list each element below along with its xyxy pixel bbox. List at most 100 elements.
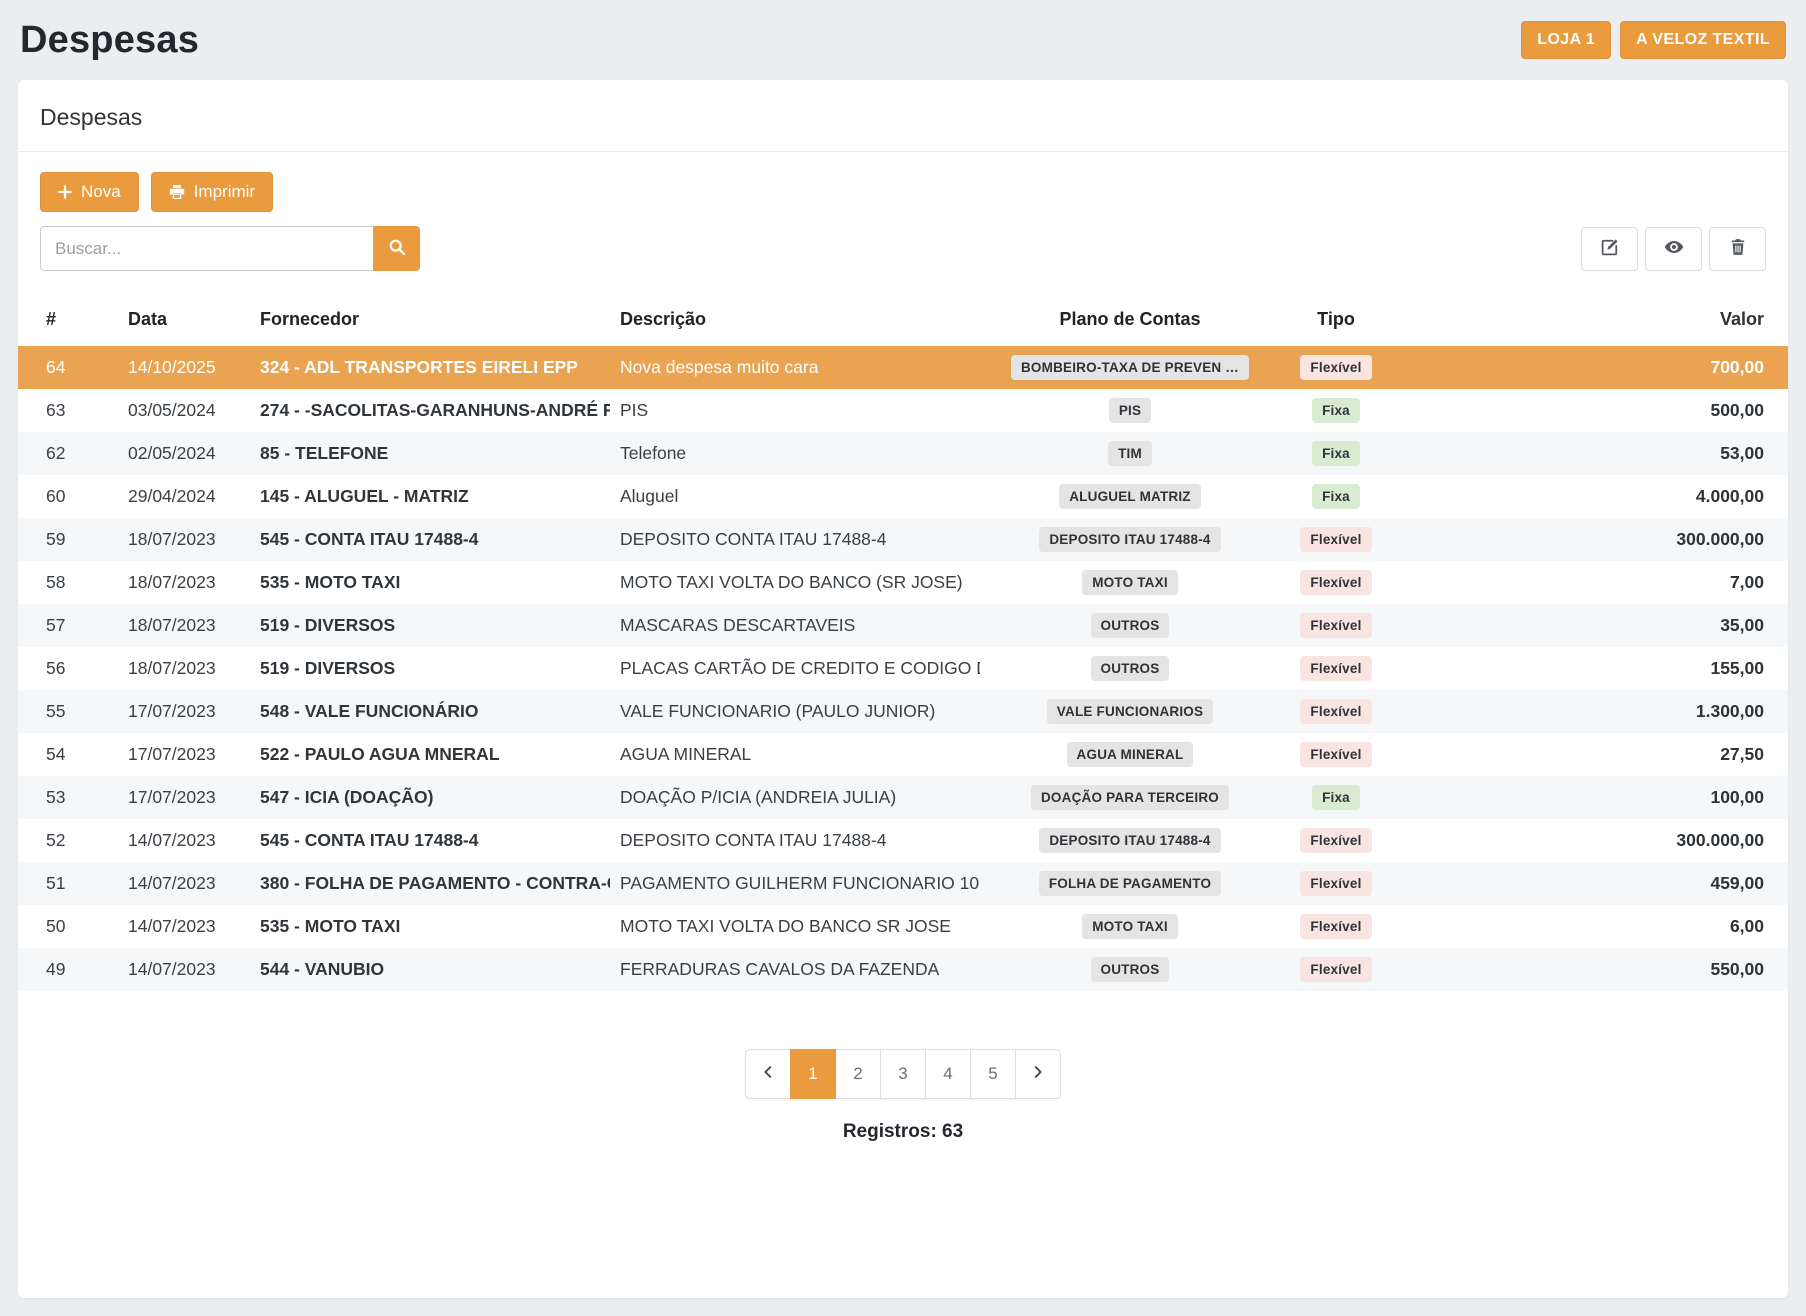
imprimir-button-label: Imprimir <box>194 182 255 202</box>
search-input[interactable] <box>40 226 373 271</box>
row-description: Nova despesa muito cara <box>610 346 980 389</box>
row-supplier: 519 - DIVERSOS <box>250 604 610 647</box>
row-type-cell: Flexível <box>1280 518 1392 561</box>
search-button[interactable] <box>373 226 420 271</box>
panel-body: Nova Imprimir <box>18 152 1788 1298</box>
plan-badge: VALE FUNCIONARIOS <box>1047 699 1213 724</box>
page-button-1[interactable]: 1 <box>790 1049 836 1099</box>
row-plan-cell: ALUGUEL MATRIZ <box>980 475 1280 518</box>
column-header-value: Valor <box>1392 297 1788 346</box>
row-supplier: 380 - FOLHA DE PAGAMENTO - CONTRA-CH… <box>250 862 610 905</box>
row-date: 03/05/2024 <box>118 389 250 432</box>
printer-icon <box>169 184 185 200</box>
plan-badge: FOLHA DE PAGAMENTO <box>1039 871 1221 896</box>
row-date: 02/05/2024 <box>118 432 250 475</box>
table-row[interactable]: 5618/07/2023519 - DIVERSOSPLACAS CARTÃO … <box>18 647 1788 690</box>
row-plan-cell: OUTROS <box>980 948 1280 991</box>
row-type-cell: Flexível <box>1280 948 1392 991</box>
row-number: 55 <box>18 690 118 733</box>
row-value: 7,00 <box>1392 561 1788 604</box>
row-date: 17/07/2023 <box>118 690 250 733</box>
row-value: 300.000,00 <box>1392 518 1788 561</box>
row-value: 700,00 <box>1392 346 1788 389</box>
row-supplier: 544 - VANUBIO <box>250 948 610 991</box>
view-button[interactable] <box>1645 227 1702 271</box>
row-value: 1.300,00 <box>1392 690 1788 733</box>
prev-page-button[interactable] <box>745 1049 791 1099</box>
row-date: 14/07/2023 <box>118 905 250 948</box>
page-title: Despesas <box>20 19 199 62</box>
type-badge: Flexível <box>1300 656 1371 681</box>
row-supplier: 519 - DIVERSOS <box>250 647 610 690</box>
row-type-cell: Flexível <box>1280 819 1392 862</box>
row-plan-cell: AGUA MINERAL <box>980 733 1280 776</box>
table-row[interactable]: 6029/04/2024145 - ALUGUEL - MATRIZAlugue… <box>18 475 1788 518</box>
row-plan-cell: BOMBEIRO-TAXA DE PREVEN … <box>980 346 1280 389</box>
row-number: 51 <box>18 862 118 905</box>
delete-button[interactable] <box>1709 227 1766 271</box>
row-number: 63 <box>18 389 118 432</box>
row-plan-cell: OUTROS <box>980 604 1280 647</box>
toolbar: Nova Imprimir <box>40 172 1766 212</box>
plan-badge: MOTO TAXI <box>1082 570 1178 595</box>
row-type-cell: Flexível <box>1280 561 1392 604</box>
row-plan-cell: VALE FUNCIONARIOS <box>980 690 1280 733</box>
row-supplier: 535 - MOTO TAXI <box>250 905 610 948</box>
row-type-cell: Flexível <box>1280 690 1392 733</box>
row-plan-cell: MOTO TAXI <box>980 905 1280 948</box>
plan-badge: OUTROS <box>1091 957 1170 982</box>
page-button-4[interactable]: 4 <box>925 1049 971 1099</box>
row-type-cell: Fixa <box>1280 776 1392 819</box>
row-plan-cell: FOLHA DE PAGAMENTO <box>980 862 1280 905</box>
table-row[interactable]: 5718/07/2023519 - DIVERSOSMASCARAS DESCA… <box>18 604 1788 647</box>
page-button-2[interactable]: 2 <box>835 1049 881 1099</box>
plan-badge: ALUGUEL MATRIZ <box>1059 484 1201 509</box>
table-row[interactable]: 5517/07/2023548 - VALE FUNCIONÁRIOVALE F… <box>18 690 1788 733</box>
row-supplier: 274 - -SACOLITAS-GARANHUNS-ANDRÉ PH… <box>250 389 610 432</box>
imprimir-button[interactable]: Imprimir <box>151 172 273 212</box>
table-row[interactable]: 5214/07/2023545 - CONTA ITAU 17488-4DEPO… <box>18 819 1788 862</box>
row-type-cell: Fixa <box>1280 475 1392 518</box>
table-row[interactable]: 6202/05/202485 - TELEFONETelefoneTIMFixa… <box>18 432 1788 475</box>
table-row[interactable]: 5417/07/2023522 - PAULO AGUA MNERALAGUA … <box>18 733 1788 776</box>
type-badge: Fixa <box>1312 785 1360 810</box>
row-description: DEPOSITO CONTA ITAU 17488-4 <box>610 819 980 862</box>
row-date: 14/07/2023 <box>118 819 250 862</box>
row-date: 14/10/2025 <box>118 346 250 389</box>
row-plan-cell: DOAÇÃO PARA TERCEIRO <box>980 776 1280 819</box>
table-row[interactable]: 6414/10/2025324 - ADL TRANSPORTES EIRELI… <box>18 346 1788 389</box>
row-number: 60 <box>18 475 118 518</box>
row-number: 50 <box>18 905 118 948</box>
page-button-5[interactable]: 5 <box>970 1049 1016 1099</box>
row-value: 27,50 <box>1392 733 1788 776</box>
edit-button[interactable] <box>1581 227 1638 271</box>
row-value: 100,00 <box>1392 776 1788 819</box>
table-row[interactable]: 5014/07/2023535 - MOTO TAXIMOTO TAXI VOL… <box>18 905 1788 948</box>
row-value: 35,00 <box>1392 604 1788 647</box>
table-row[interactable]: 4914/07/2023544 - VANUBIOFERRADURAS CAVA… <box>18 948 1788 991</box>
row-type-cell: Flexível <box>1280 604 1392 647</box>
plan-badge: BOMBEIRO-TAXA DE PREVEN … <box>1011 355 1249 380</box>
nova-button[interactable]: Nova <box>40 172 139 212</box>
row-type-cell: Fixa <box>1280 389 1392 432</box>
table-row[interactable]: 6303/05/2024274 - -SACOLITAS-GARANHUNS-A… <box>18 389 1788 432</box>
chevron-left-icon <box>761 1064 775 1084</box>
row-value: 6,00 <box>1392 905 1788 948</box>
page-button-3[interactable]: 3 <box>880 1049 926 1099</box>
row-supplier: 547 - ICIA (DOAÇÃO) <box>250 776 610 819</box>
company-button[interactable]: A VELOZ TEXTIL <box>1620 21 1786 59</box>
column-header-date: Data <box>118 297 250 346</box>
table-row[interactable]: 5818/07/2023535 - MOTO TAXIMOTO TAXI VOL… <box>18 561 1788 604</box>
table-row[interactable]: 5114/07/2023380 - FOLHA DE PAGAMENTO - C… <box>18 862 1788 905</box>
row-description: PAGAMENTO GUILHERM FUNCIONARIO 10 DIAS <box>610 862 980 905</box>
store-button[interactable]: LOJA 1 <box>1521 21 1611 59</box>
column-header-description: Descrição <box>610 297 980 346</box>
next-page-button[interactable] <box>1015 1049 1061 1099</box>
search-group <box>40 226 420 271</box>
table-row[interactable]: 5918/07/2023545 - CONTA ITAU 17488-4DEPO… <box>18 518 1788 561</box>
table-row[interactable]: 5317/07/2023547 - ICIA (DOAÇÃO)DOAÇÃO P/… <box>18 776 1788 819</box>
row-number: 49 <box>18 948 118 991</box>
row-value: 550,00 <box>1392 948 1788 991</box>
table-header-row: # Data Fornecedor Descrição Plano de Con… <box>18 297 1788 346</box>
plan-badge: DOAÇÃO PARA TERCEIRO <box>1031 785 1229 810</box>
